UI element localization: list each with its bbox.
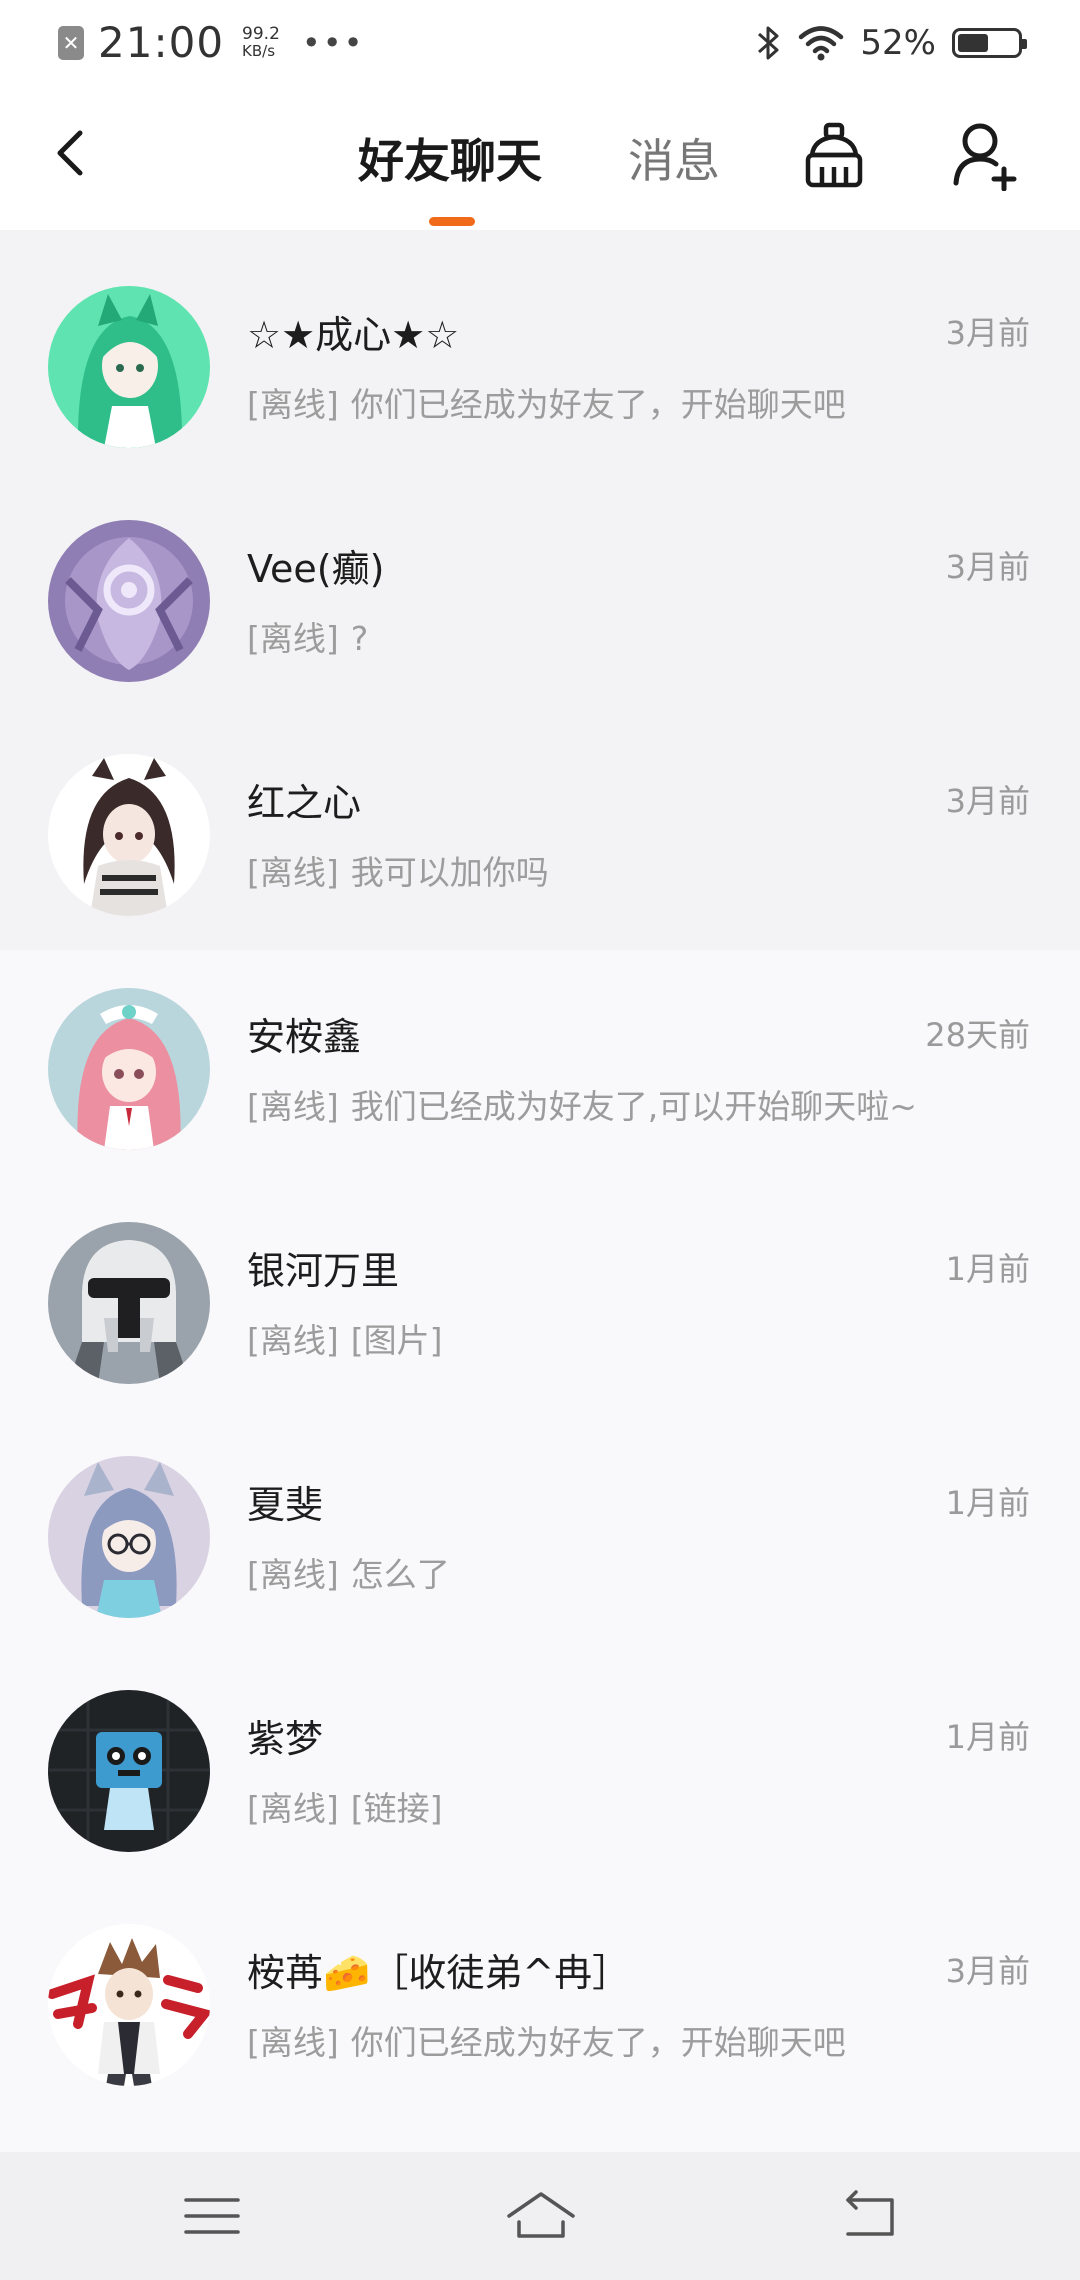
add-user-icon <box>953 123 1017 192</box>
online-status: [离线] <box>247 1789 339 1828</box>
last-message-time: 1月前 <box>945 1718 1030 1756</box>
chat-row[interactable]: Vee(癫) 3月前 [离线]? <box>0 464 1080 698</box>
contact-name: Vee(癫) <box>247 547 385 591</box>
message-preview: [离线] 你们已经成为好友了，开始聊天吧 <box>247 2016 846 2064</box>
active-tab-indicator <box>429 217 475 226</box>
header: 好友聊天 消息 <box>0 85 1080 230</box>
blue-box-robot-avatar-icon <box>48 1690 210 1852</box>
last-message: 你们已经成为好友了，开始聊天吧 <box>350 2023 846 2062</box>
avatar[interactable] <box>48 1456 210 1618</box>
battery-icon <box>952 27 1027 58</box>
online-status: [离线] <box>247 1087 339 1126</box>
message-preview: [离线] [链接] <box>247 1782 443 1830</box>
chat-row[interactable]: 桉苒🧀［收徒弟^冉］ 3月前 [离线] 你们已经成为好友了，开始聊天吧 <box>0 1868 1080 2102</box>
message-preview: [离线]? <box>247 612 368 660</box>
contact-name: 红之心 <box>247 781 362 825</box>
chat-row[interactable]: 红之心 3月前 [离线] 我可以加你吗 <box>0 698 1080 932</box>
bluetooth-icon <box>758 26 779 59</box>
last-message: [图片] <box>350 1321 443 1360</box>
chat-row[interactable]: 银河万里 1月前 [离线] [图片] <box>0 1166 1080 1400</box>
contact-name: 桉苒🧀［收徒弟^冉］ <box>247 1951 631 1995</box>
network-speed: 99.2 KB/s <box>242 23 280 60</box>
system-back-button[interactable] <box>838 2186 902 2246</box>
last-message-time: 3月前 <box>945 782 1030 820</box>
last-message-time: 28天前 <box>925 1016 1030 1054</box>
avatar[interactable] <box>48 286 210 448</box>
purple-emblem-avatar-icon <box>48 520 210 682</box>
online-status: [离线] <box>247 1555 339 1594</box>
home-button[interactable] <box>505 2186 577 2246</box>
pink-haired-anime-girl-avatar-icon <box>48 988 210 1150</box>
system-navigation-bar <box>0 2152 1080 2280</box>
cat-eared-girl-with-glasses-avatar-icon <box>48 1456 210 1618</box>
avatar[interactable] <box>48 1924 210 2086</box>
chat-row[interactable]: 紫梦 1月前 [离线] [链接] <box>0 1634 1080 1868</box>
battery-percent: 52% <box>860 22 936 63</box>
contact-name: 紫梦 <box>247 1717 324 1761</box>
last-message: 我可以加你吗 <box>350 853 549 892</box>
chat-row[interactable]: 夏斐 1月前 [离线] 怎么了 <box>0 1400 1080 1634</box>
last-message: 我们已经成为好友了,可以开始聊天啦~ <box>350 1087 917 1126</box>
last-message: [链接] <box>350 1789 443 1828</box>
anime-girl-avatar-icon <box>48 754 210 916</box>
avatar[interactable] <box>48 520 210 682</box>
avatar[interactable] <box>48 1222 210 1384</box>
message-preview: [离线] [图片] <box>247 1314 443 1362</box>
add-friend-button[interactable] <box>950 119 1020 192</box>
more-notifications-icon: ••• <box>301 23 365 62</box>
clear-button[interactable] <box>800 121 868 191</box>
last-message-time: 3月前 <box>945 548 1030 586</box>
last-message: 怎么了 <box>350 1555 450 1594</box>
tab-messages[interactable]: 消息 <box>628 125 720 191</box>
tab-friends-chat[interactable]: 好友聊天 <box>358 125 542 191</box>
anime-boy-calligraphy-avatar-icon <box>48 1924 210 2086</box>
back-arrow-icon <box>846 2190 894 2236</box>
clock: 21:00 <box>98 18 225 67</box>
contact-name: ☆★成心★☆ <box>247 313 460 357</box>
no-sim-icon: ✕ <box>58 25 84 60</box>
chat-row[interactable]: ☆★成心★☆ 3月前 [离线] 你们已经成为好友了，开始聊天吧 <box>0 230 1080 464</box>
battery-level-fill <box>958 33 989 52</box>
status-bar: ✕ 21:00 99.2 KB/s ••• 52% <box>0 0 1080 85</box>
avatar[interactable] <box>48 988 210 1150</box>
online-status: [离线] <box>247 619 339 658</box>
last-message-time: 3月前 <box>945 1952 1030 1990</box>
avatar[interactable] <box>48 1690 210 1852</box>
chevron-left-icon <box>57 130 83 176</box>
last-message-time: 1月前 <box>945 1484 1030 1522</box>
last-message: 你们已经成为好友了，开始聊天吧 <box>350 385 846 424</box>
message-preview: [离线] 你们已经成为好友了，开始聊天吧 <box>247 378 846 426</box>
message-preview: [离线] 我可以加你吗 <box>247 846 549 894</box>
contact-name: 安桉鑫 <box>247 1015 362 1059</box>
network-speed-value: 99.2 <box>242 23 280 44</box>
contact-name: 银河万里 <box>247 1249 400 1293</box>
last-message: ? <box>350 619 369 658</box>
network-speed-unit: KB/s <box>242 41 276 60</box>
message-preview: [离线] 我们已经成为好友了,可以开始聊天啦~ <box>247 1080 917 1128</box>
chat-row[interactable]: 安桉鑫 28天前 [离线] 我们已经成为好友了,可以开始聊天啦~ <box>0 932 1080 1166</box>
online-status: [离线] <box>247 1321 339 1360</box>
contact-name: 夏斐 <box>247 1483 324 1527</box>
last-message-time: 3月前 <box>945 314 1030 352</box>
recent-apps-button[interactable] <box>180 2186 244 2246</box>
wifi-icon <box>799 25 844 60</box>
home-icon <box>507 2192 575 2238</box>
online-status: [离线] <box>247 2023 339 2062</box>
menu-icon <box>184 2198 240 2234</box>
last-message-time: 1月前 <box>945 1250 1030 1288</box>
message-preview: [离线] 怎么了 <box>247 1548 450 1596</box>
chat-list: ☆★成心★☆ 3月前 [离线] 你们已经成为好友了，开始聊天吧 Vee(癫) 3月… <box>0 230 1080 2102</box>
green-haired-anime-girl-avatar-icon <box>48 286 210 448</box>
helmet-avatar-icon <box>48 1222 210 1384</box>
back-button[interactable] <box>44 123 104 183</box>
online-status: [离线] <box>247 853 339 892</box>
online-status: [离线] <box>247 385 339 424</box>
avatar[interactable] <box>48 754 210 916</box>
broom-icon <box>805 122 863 188</box>
